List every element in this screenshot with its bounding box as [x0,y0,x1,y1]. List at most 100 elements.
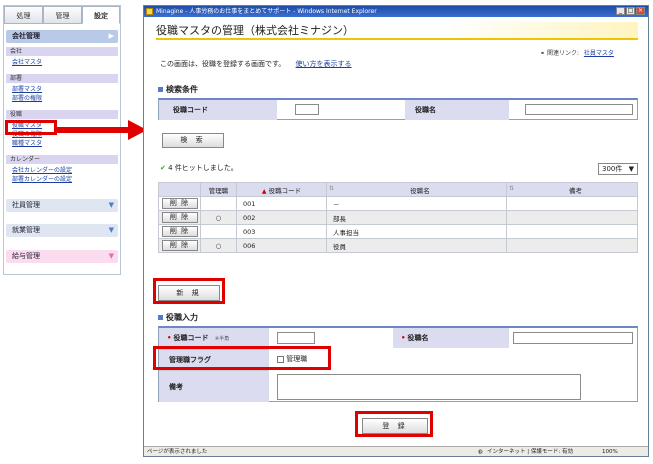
red-arrow-icon [56,120,147,140]
description-text: この画面は、役職を登録する画面です。 [160,60,286,68]
sidebar-link-department-master[interactable]: 部署マスタ [12,85,42,94]
highlight-box-sidebar [5,120,57,135]
section-square-icon [158,87,163,92]
section-attendance-management[interactable]: 就業管理 ▼ [6,224,118,237]
col-manager: 管理職 [200,182,237,197]
entry-code-note: ※半角 [214,336,230,342]
search-section-title: 検索条件 [158,84,198,95]
highlight-box-register-button [355,411,433,437]
cell-note [506,224,638,239]
cell-note [506,238,638,253]
cell-code: 001 [236,196,327,211]
triangle-down-icon: ▼ [108,226,114,234]
delete-button[interactable]: 削 除 [161,240,198,251]
category-department: 部署 [6,74,118,83]
howto-link[interactable]: 使い方を表示する [296,60,352,68]
sidebar-link-company-master[interactable]: 会社マスタ [12,58,42,67]
entry-name-input[interactable] [513,332,633,344]
window-title-bar: Minagine - 人事労務のお仕事をまとめてサポート - Windows I… [144,6,648,17]
entry-note-textarea[interactable] [277,374,581,400]
browser-window: Minagine - 人事労務のお仕事をまとめてサポート - Windows I… [143,5,649,457]
highlight-box-new-button [153,278,225,304]
search-code-label: 役職コード [159,100,277,120]
sidebar-link-job-type-master[interactable]: 職種マスタ [12,139,42,148]
related-links: ⚭ 関連リンク: 社員マスタ [540,48,614,57]
cell-manager: ○ [200,210,237,225]
category-company: 会社 [6,47,118,56]
table-row: 削 除 ○ 002 部長 [158,210,638,225]
col-code-label: 役職コード [268,186,302,195]
col-name-label: 役職名 [410,186,430,195]
ie-icon [146,8,153,15]
maximize-icon[interactable]: □ [626,7,635,15]
col-note[interactable]: ⇅ 備考 [506,182,638,197]
close-icon[interactable]: × [636,7,645,15]
delete-button[interactable]: 削 除 [161,212,198,223]
entry-code-label-text: 役職コード [173,334,209,342]
cell-note [506,196,638,211]
hit-count: ✔ 4 件ヒットしました。 [160,163,238,173]
status-text: ページが表示されました [147,449,208,455]
search-title-text: 検索条件 [166,85,198,94]
category-calendar: カレンダー [6,155,118,164]
col-note-label: 備考 [569,186,583,195]
hit-count-text: 4 件ヒットしました。 [168,164,238,172]
cell-name: － [326,196,507,211]
tab-manage[interactable]: 管理 [43,6,82,24]
search-name-input[interactable] [525,104,633,115]
entry-code-input[interactable] [277,332,315,344]
sidebar-link-company-calendar[interactable]: 会社カレンダーの設定 [12,166,72,175]
entry-note-label: 備考 [159,370,269,402]
dropdown-arrow-icon: ▼ [628,165,634,173]
triangle-down-icon: ▼ [108,201,114,209]
cell-manager [200,224,237,239]
page-heading: 役職マスタの管理（株式会社ミナジン） [156,22,638,40]
link-chain-icon: ⚭ [540,50,546,57]
tab-process[interactable]: 処理 [4,6,43,24]
col-name[interactable]: ⇅ 役職名 [326,182,507,197]
search-name-label: 役職名 [405,100,509,120]
minimize-icon[interactable]: _ [616,7,625,15]
category-position: 役職 [6,110,118,119]
sort-icon: ▲ [261,187,267,195]
cell-name: 役員 [326,238,507,253]
cell-name: 部長 [326,210,507,225]
entry-title-text: 役職入力 [166,313,198,322]
delete-button[interactable]: 削 除 [161,226,198,237]
page-size-value: 300件 [602,165,623,173]
sidebar-link-department-calendar[interactable]: 部署カレンダーの設定 [12,175,72,184]
required-icon: • [167,334,172,342]
section-payroll-management[interactable]: 給与管理 ▼ [6,250,118,263]
highlight-box-manager-flag [153,346,331,370]
zoom-text[interactable]: 100% [602,447,618,457]
cell-name: 人事担当 [326,224,507,239]
related-link-employee-master[interactable]: 社員マスタ [584,50,614,57]
col-code[interactable]: ▲ 役職コード [236,182,327,197]
search-button[interactable]: 検 索 [162,133,224,148]
window-title: Minagine - 人事労務のお仕事をまとめてサポート - Windows I… [156,8,377,15]
required-icon: • [401,334,406,342]
page-description: この画面は、役職を登録する画面です。 使い方を表示する [160,59,352,69]
tab-settings[interactable]: 設定 [82,6,120,24]
section-employee-management[interactable]: 社員管理 ▼ [6,199,118,212]
col-actions [158,182,201,197]
sidebar: 処理 管理 設定 会社管理 ▶ 会社 会社マスタ 部署 部署マスタ 部署の権限 … [3,5,121,275]
sidebar-link-department-permission[interactable]: 部署の権限 [12,94,42,103]
cell-code: 003 [236,224,327,239]
page-title: 役職マスタの管理（株式会社ミナジン） [156,24,354,37]
section-company-management-label: 会社管理 [12,32,40,40]
entry-name-label-text: 役職名 [407,334,429,342]
zone-text: インターネット | 保護モード: 有効 [487,449,573,455]
entry-section-title: 役職入力 [158,312,198,323]
section-square-icon [158,315,163,320]
table-row: 削 除 001 － [158,196,638,211]
search-code-input[interactable] [295,104,319,115]
section-attendance-management-label: 就業管理 [12,226,40,234]
section-company-management[interactable]: 会社管理 ▶ [6,30,118,43]
entry-code-label: • 役職コード ※半角 [159,328,269,348]
search-form: 役職コード 役職名 [158,98,638,120]
delete-button[interactable]: 削 除 [161,198,198,209]
page-size-select[interactable]: 300件 ▼ [598,163,638,175]
checkmark-icon: ✔ [160,164,166,172]
sort-icon: ⇅ [329,184,335,192]
